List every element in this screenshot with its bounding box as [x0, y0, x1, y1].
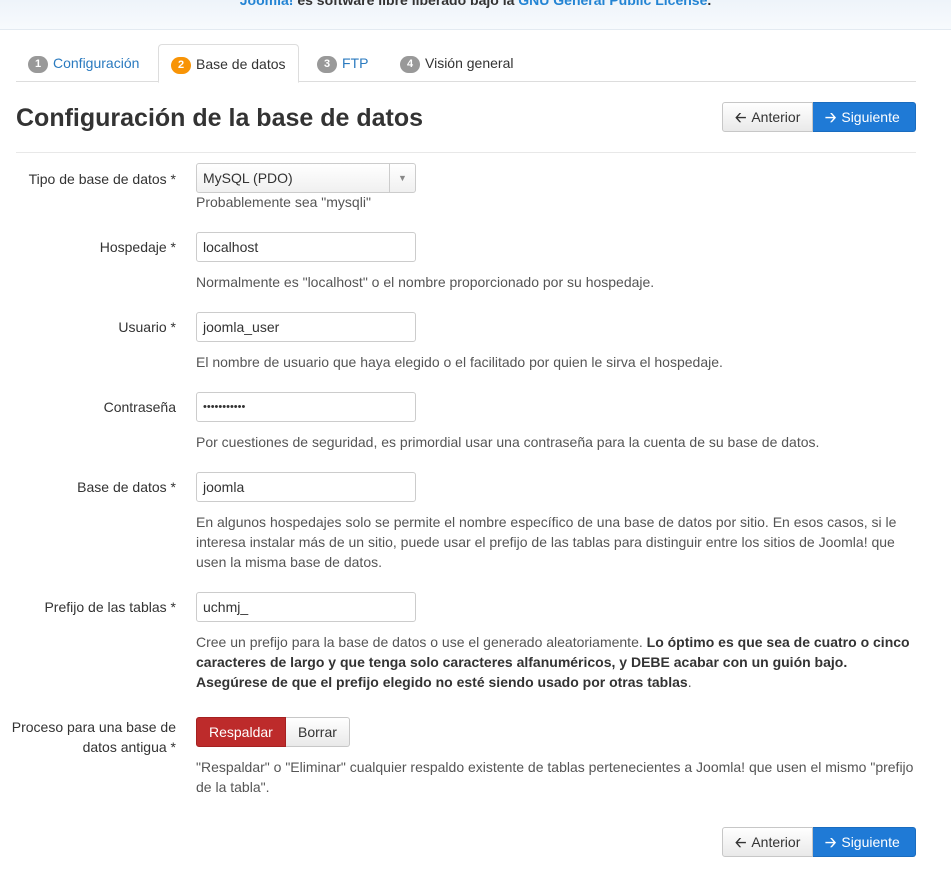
tab-label: FTP — [342, 55, 369, 71]
gpl-license-link[interactable]: GNU General Public License — [518, 0, 707, 8]
tab-vision-general[interactable]: 4 Visión general — [388, 44, 525, 82]
banner-text: es software libre liberado bajo la — [293, 0, 519, 8]
user-label: Usuario * — [118, 319, 176, 335]
next-button[interactable]: 🡢 Siguiente — [813, 827, 916, 857]
tab-label: Visión general — [425, 55, 514, 71]
license-banner: Joomla! es software libre liberado bajo … — [0, 0, 951, 30]
host-help: Normalmente es "localhost" o el nombre p… — [196, 274, 655, 290]
db-type-value: MySQL (PDO) — [203, 170, 293, 186]
backup-button[interactable]: Respaldar — [196, 717, 286, 747]
old-db-toggle: Respaldar Borrar — [196, 717, 350, 747]
tab-label: Configuración — [53, 55, 140, 71]
password-input[interactable]: ••••••••••• — [196, 392, 416, 422]
step-badge: 2 — [171, 57, 191, 74]
previous-button[interactable]: 🡠 Anterior — [722, 827, 813, 857]
divider — [16, 152, 916, 153]
step-badge: 1 — [28, 56, 48, 73]
host-input[interactable]: localhost — [196, 232, 416, 262]
database-label: Base de datos * — [77, 479, 176, 495]
old-db-help: "Respaldar" o "Eliminar" cualquier respa… — [196, 759, 914, 795]
password-help: Por cuestiones de seguridad, es primordi… — [196, 434, 820, 450]
top-nav-buttons: 🡠 Anterior 🡢 Siguiente — [722, 102, 916, 132]
prefix-help: Cree un prefijo para la base de datos o … — [196, 634, 910, 690]
previous-button[interactable]: 🡠 Anterior — [722, 102, 813, 132]
user-help: El nombre de usuario que haya elegido o … — [196, 354, 723, 370]
next-button[interactable]: 🡢 Siguiente — [813, 102, 916, 132]
host-label: Hospedaje * — [99, 239, 176, 255]
old-db-label: Proceso para una base de datos antigua * — [11, 719, 176, 755]
db-type-select[interactable]: MySQL (PDO) ▼ — [196, 163, 416, 193]
install-steps-tabs: 1 Configuración 2 Base de datos 3 FTP 4 Visi… — [16, 44, 916, 83]
prefix-input[interactable]: uchmj_ — [196, 592, 416, 622]
db-type-help: Probablemente sea "mysqli" — [196, 194, 371, 210]
tab-base-de-datos[interactable]: 2 Base de datos — [158, 44, 299, 83]
chevron-down-icon: ▼ — [389, 164, 415, 192]
arrow-right-icon: 🡢 — [825, 834, 837, 850]
database-help: En algunos hospedajes solo se permite el… — [196, 514, 897, 570]
step-badge: 3 — [317, 56, 337, 73]
user-input[interactable]: joomla_user — [196, 312, 416, 342]
arrow-right-icon: 🡢 — [825, 109, 837, 125]
database-input[interactable]: joomla — [196, 472, 416, 502]
prefix-label: Prefijo de las tablas * — [44, 599, 176, 615]
password-label: Contraseña — [103, 399, 176, 415]
arrow-left-icon: 🡠 — [735, 834, 747, 850]
arrow-left-icon: 🡠 — [735, 109, 747, 125]
step-badge: 4 — [400, 56, 420, 73]
bottom-nav-buttons: 🡠 Anterior 🡢 Siguiente — [722, 827, 916, 857]
tab-ftp[interactable]: 3 FTP — [305, 44, 380, 82]
tab-configuracion[interactable]: 1 Configuración — [16, 44, 151, 82]
joomla-link[interactable]: Joomla! — [240, 0, 294, 8]
page-title: Configuración de la base de datos — [16, 104, 424, 132]
tab-label: Base de datos — [196, 56, 286, 72]
db-type-label: Tipo de base de datos * — [28, 171, 176, 187]
delete-button[interactable]: Borrar — [286, 717, 350, 747]
